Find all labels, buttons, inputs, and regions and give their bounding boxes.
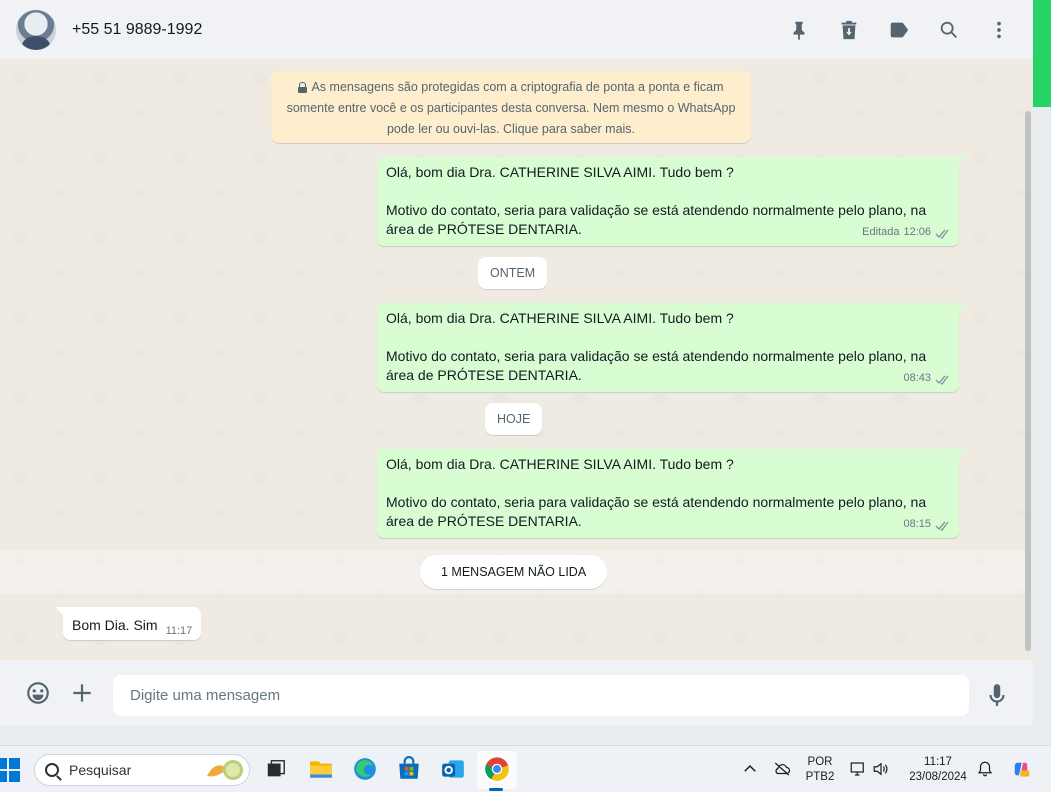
chat-area[interactable]: As mensagens são protegidas com a cripto… — [0, 59, 1033, 660]
windows-start-icon[interactable] — [0, 758, 20, 782]
outlook-icon[interactable] — [438, 754, 468, 784]
message-time: 11:17 — [165, 625, 193, 637]
search-icon — [45, 763, 59, 777]
chat-header: +55 51 9889-1992 — [0, 0, 1033, 59]
copilot-icon[interactable] — [1008, 756, 1034, 782]
system-clock[interactable]: 11:17 23/08/2024 — [903, 755, 973, 785]
lock-icon — [298, 82, 308, 93]
task-view-icon[interactable] — [261, 754, 291, 784]
microsoft-store-icon[interactable] — [394, 754, 424, 784]
pin-icon[interactable] — [787, 18, 811, 42]
message-composer — [0, 660, 1033, 725]
active-app-indicator — [489, 788, 503, 791]
taskbar-search-label: Pesquisar — [69, 762, 132, 778]
label-icon[interactable] — [887, 18, 911, 42]
menu-icon[interactable] — [987, 18, 1011, 42]
file-explorer-icon[interactable] — [306, 754, 336, 784]
search-icon[interactable] — [937, 18, 961, 42]
encryption-notice[interactable]: As mensagens são protegidas com a cripto… — [271, 71, 751, 143]
message-time: 12:06 — [903, 226, 931, 238]
cloud-offline-icon[interactable] — [772, 759, 792, 779]
taskbar-search[interactable]: Pesquisar — [34, 754, 250, 786]
keyboard-layout: PTB2 — [805, 771, 835, 783]
message-line: Motivo do contato, seria para validação … — [386, 348, 927, 383]
volume-icon[interactable] — [871, 759, 891, 779]
microphone-icon[interactable] — [983, 681, 1011, 709]
network-icon[interactable] — [848, 759, 868, 779]
double-check-icon — [935, 373, 951, 386]
message-input[interactable] — [113, 675, 969, 716]
message-text: Bom Dia. Sim — [72, 617, 158, 633]
date-divider-today: HOJE — [485, 403, 543, 435]
message-line: Olá, bom dia Dra. CATHERINE SILVA AIMI. … — [386, 456, 734, 472]
melon-icon — [207, 760, 243, 780]
message-line: Olá, bom dia Dra. CATHERINE SILVA AIMI. … — [386, 310, 734, 326]
emoji-icon[interactable] — [24, 679, 52, 707]
windows-taskbar: Pesquisar POR PTB2 11:17 23/08/2024 — [0, 745, 1051, 792]
incoming-message[interactable]: Bom Dia. Sim 11:17 — [54, 607, 202, 640]
contact-avatar[interactable] — [16, 9, 56, 50]
chevron-up-icon[interactable] — [740, 759, 760, 779]
chat-scrollbar[interactable] — [1025, 111, 1031, 651]
attach-plus-icon[interactable] — [68, 679, 96, 707]
chrome-browser-icon[interactable] — [482, 754, 512, 784]
side-accent-strip — [1033, 0, 1051, 107]
keyboard-language[interactable]: POR PTB2 — [804, 755, 836, 785]
notification-bell-icon[interactable] — [975, 759, 995, 779]
contact-name[interactable]: +55 51 9889-1992 — [72, 21, 202, 39]
clock-time: 11:17 — [924, 756, 952, 768]
unread-messages-divider: 1 MENSAGEM NÃO LIDA — [420, 555, 608, 589]
edited-label: Editada — [862, 226, 900, 238]
language-code: POR — [807, 756, 833, 768]
double-check-icon — [935, 519, 951, 532]
outgoing-message[interactable]: Olá, bom dia Dra. CATHERINE SILVA AIMI. … — [377, 303, 967, 392]
header-actions — [787, 0, 1011, 59]
double-check-icon — [935, 227, 951, 240]
outgoing-message[interactable]: Olá, bom dia Dra. CATHERINE SILVA AIMI. … — [377, 449, 967, 538]
clock-date: 23/08/2024 — [909, 771, 967, 783]
message-time: 08:43 — [903, 372, 931, 384]
date-divider-yesterday: ONTEM — [478, 257, 548, 289]
outgoing-message[interactable]: Olá, bom dia Dra. CATHERINE SILVA AIMI. … — [377, 157, 967, 246]
message-line: Olá, bom dia Dra. CATHERINE SILVA AIMI. … — [386, 164, 734, 180]
message-meta: 08:43 — [903, 369, 951, 388]
delete-icon[interactable] — [837, 18, 861, 42]
message-line: Motivo do contato, seria para validação … — [386, 494, 927, 529]
encryption-text: As mensagens são protegidas com a cripto… — [286, 80, 736, 136]
window-bottom-band — [0, 725, 1051, 745]
message-meta: Editada 12:06 — [862, 223, 951, 242]
edge-browser-icon[interactable] — [350, 754, 380, 784]
right-gutter — [1033, 107, 1051, 745]
message-meta: 08:15 — [903, 515, 951, 534]
message-time: 08:15 — [903, 518, 931, 530]
